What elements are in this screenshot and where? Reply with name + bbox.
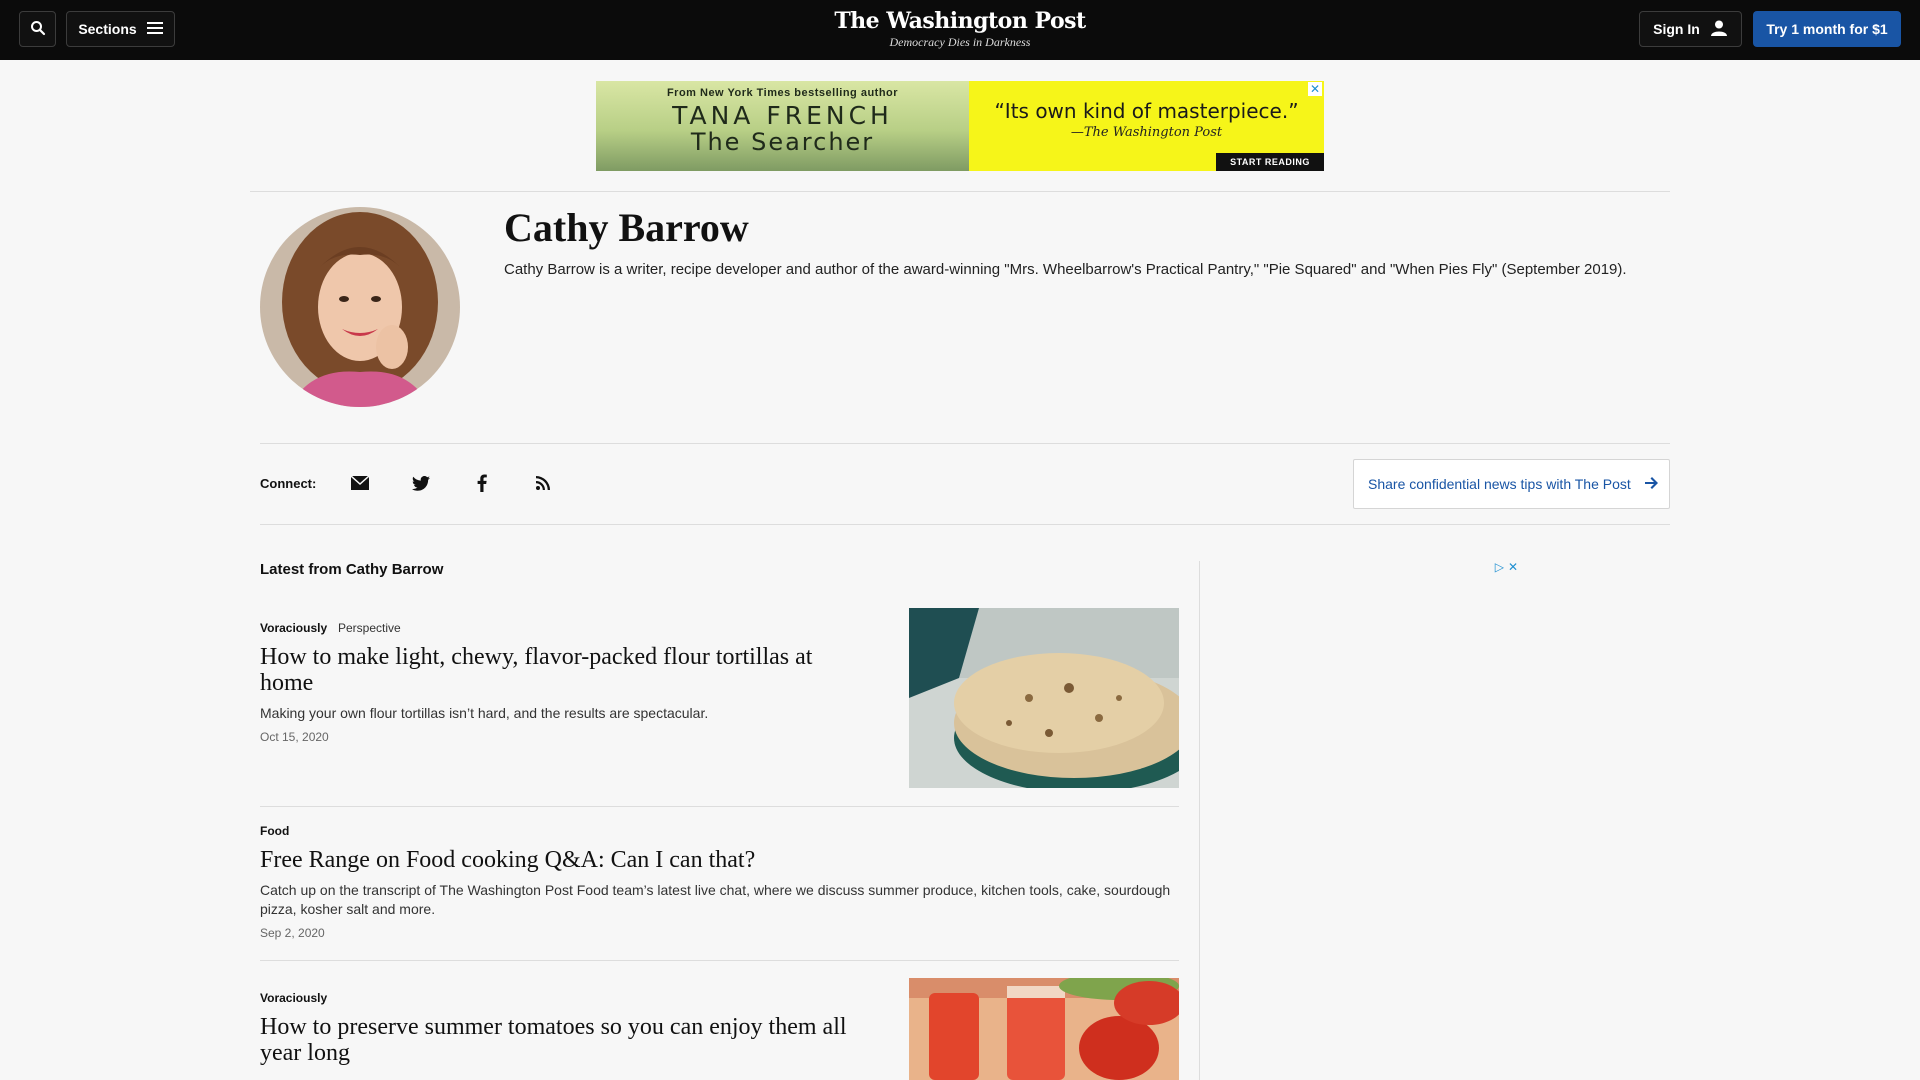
logo-tagline: Democracy Dies in Darkness <box>889 35 1031 49</box>
divider <box>260 960 1179 961</box>
ad-author: TANA FRENCH <box>672 101 893 130</box>
article-headline[interactable]: Free Range on Food cooking Q&A: Can I ca… <box>260 847 1179 873</box>
article-thumbnail[interactable] <box>909 608 1179 788</box>
top-navigation-bar: Sections The Washington Post Democracy D… <box>0 0 1920 60</box>
hamburger-icon <box>146 21 163 38</box>
news-tips-button[interactable]: Share confidential news tips with The Po… <box>1353 459 1670 509</box>
sections-label: Sections <box>78 21 137 37</box>
logo-title: The Washington Post <box>834 8 1086 34</box>
divider <box>260 806 1179 807</box>
divider <box>260 524 1670 525</box>
twitter-icon[interactable] <box>410 472 432 494</box>
article-blurb: Catch up on the transcript of The Washin… <box>260 882 1171 917</box>
sign-in-label: Sign In <box>1653 21 1700 37</box>
connect-label: Connect: <box>260 476 317 491</box>
article-kicker[interactable]: Voraciously <box>260 991 327 1005</box>
latest-heading: Latest from Cathy Barrow <box>260 561 444 578</box>
ad-quote: “Its own kind of masterpiece.” <box>994 99 1299 123</box>
article-date: Oct 15, 2020 <box>260 730 329 744</box>
sign-in-button[interactable]: Sign In <box>1639 11 1742 47</box>
divider <box>260 443 1670 444</box>
search-icon <box>30 20 46 39</box>
ad-attribution: —The Washington Post <box>1070 125 1223 140</box>
ad-book-title: The Searcher <box>690 128 875 156</box>
author-bio: Cathy Barrow is a writer, recipe develop… <box>504 261 1627 278</box>
sections-menu-button[interactable]: Sections <box>66 11 175 47</box>
article-headline[interactable]: How to preserve summer tomatoes so you c… <box>260 1014 870 1066</box>
ad-choices-icon[interactable]: ▷ <box>1495 560 1504 574</box>
rss-icon[interactable] <box>532 472 554 494</box>
subscribe-button[interactable]: Try 1 month for $1 <box>1753 11 1901 47</box>
ad-close-icon[interactable]: ✕ <box>1508 560 1518 574</box>
article-blurb: Making your own flour tortillas isn’t ha… <box>260 705 709 721</box>
article-kicker[interactable]: Food <box>260 824 289 838</box>
divider <box>250 191 1670 192</box>
ad-banner[interactable]: From New York Times bestselling author T… <box>596 81 1324 171</box>
arrow-right-icon <box>1644 476 1658 492</box>
column-divider <box>1199 561 1200 1080</box>
news-tips-label: Share confidential news tips with The Po… <box>1368 476 1631 492</box>
ad-choices[interactable]: ▷ ✕ <box>1495 560 1518 574</box>
site-logo[interactable]: The Washington Post Democracy Dies in Da… <box>760 8 1160 50</box>
author-avatar <box>260 207 460 407</box>
article-date: Sep 2, 2020 <box>260 926 325 940</box>
author-name: Cathy Barrow <box>504 205 749 250</box>
article-label: Perspective <box>338 621 401 635</box>
ad-left-panel: From New York Times bestselling author T… <box>596 81 969 171</box>
ad-cta[interactable]: START READING <box>1216 153 1324 171</box>
article-headline[interactable]: How to make light, chewy, flavor-packed … <box>260 644 870 696</box>
ad-from-text: From New York Times bestselling author <box>666 87 899 99</box>
article-kicker[interactable]: Voraciously <box>260 621 327 635</box>
user-icon <box>1710 19 1728 40</box>
ad-right-panel: “Its own kind of masterpiece.” —The Wash… <box>969 81 1324 171</box>
email-icon[interactable] <box>349 472 371 494</box>
ad-close-icon[interactable]: ✕ <box>1308 82 1322 96</box>
search-button[interactable] <box>19 11 56 47</box>
facebook-icon[interactable] <box>471 472 493 494</box>
article-thumbnail[interactable] <box>909 978 1179 1080</box>
sidebar-ad[interactable]: ▷ ✕ <box>1358 560 1518 790</box>
